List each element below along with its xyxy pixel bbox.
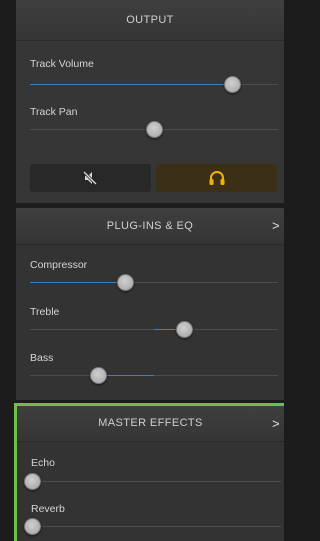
plugins-header-title: PLUG-INS & EQ [106, 220, 194, 232]
treble-thumb[interactable] [176, 321, 193, 338]
track-pan-thumb[interactable] [146, 121, 163, 138]
bass-thumb[interactable] [90, 367, 107, 384]
track-volume-fill [30, 84, 232, 85]
echo-thumb[interactable] [24, 473, 41, 490]
bass-label: Bass [30, 352, 54, 364]
bass-track [30, 375, 278, 376]
track-pan-label: Track Pan [30, 106, 78, 118]
reverb-track [31, 526, 281, 527]
echo-track [31, 481, 281, 482]
compressor-label: Compressor [30, 259, 88, 271]
track-volume-label: Track Volume [30, 58, 94, 70]
headphones-icon [209, 171, 224, 185]
track-volume-thumb[interactable] [224, 76, 241, 93]
compressor-thumb[interactable] [117, 274, 134, 291]
compressor-fill [30, 282, 125, 283]
output-panel: OUTPUT Track Volume Track Pan [16, 0, 284, 203]
echo-label: Echo [31, 457, 55, 469]
mute-button[interactable] [30, 164, 151, 192]
master-effects-panel: MASTER EFFECTS > Echo Reverb [14, 403, 284, 541]
output-header: OUTPUT [16, 0, 284, 41]
headphones-button[interactable] [156, 164, 277, 192]
chevron-right-icon: > [272, 218, 280, 233]
plugins-panel: PLUG-INS & EQ > Compressor Treble Bass [16, 208, 284, 400]
chevron-right-icon: > [272, 416, 280, 431]
treble-label: Treble [30, 306, 60, 318]
master-effects-header-title: MASTER EFFECTS [98, 417, 203, 429]
speaker-mute-icon [82, 170, 97, 186]
plugins-header[interactable]: PLUG-INS & EQ > [16, 208, 284, 245]
master-effects-header[interactable]: MASTER EFFECTS > [17, 406, 284, 442]
output-header-title: OUTPUT [126, 14, 174, 26]
reverb-label: Reverb [31, 503, 65, 515]
reverb-thumb[interactable] [24, 518, 41, 535]
